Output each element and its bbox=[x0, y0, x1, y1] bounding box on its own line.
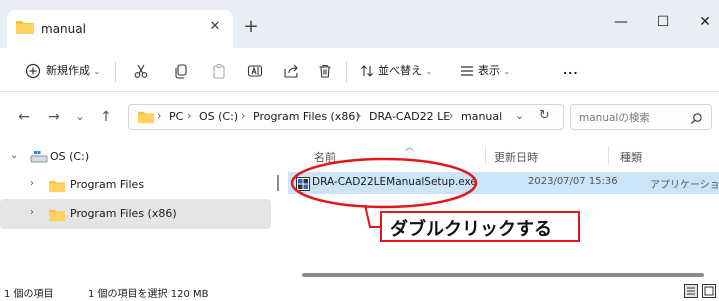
title-bar: manual ✕ + — ☐ ✕ bbox=[0, 0, 719, 48]
copy-icon[interactable] bbox=[170, 60, 192, 82]
tree-item-os-c[interactable]: ⌄ OS (C:) bbox=[0, 142, 271, 172]
new-button[interactable]: 新規作成 ⌄ bbox=[46, 60, 100, 82]
address-bar[interactable]: › PC › OS (C:) › Program Files (x86) › D… bbox=[128, 104, 564, 130]
tab-title: manual bbox=[41, 22, 86, 36]
column-header-type[interactable]: 種類 bbox=[620, 149, 642, 165]
close-tab-icon[interactable]: ✕ bbox=[204, 16, 226, 38]
folder-icon bbox=[48, 178, 66, 197]
folder-icon bbox=[15, 19, 35, 39]
breadcrumb-separator: › bbox=[449, 109, 454, 122]
refresh-icon[interactable]: ↻ bbox=[539, 108, 550, 123]
forward-icon[interactable]: → bbox=[44, 106, 64, 128]
breadcrumb-program-files-x86[interactable]: Program Files (x86) bbox=[253, 110, 360, 123]
sort-button-label: 並べ替え bbox=[378, 64, 422, 77]
file-list: ︿ 名前 更新日時 種類 DRA-CAD22LEManualSetup.exe … bbox=[288, 140, 719, 280]
tree-item-program-files[interactable]: › Program Files bbox=[0, 170, 271, 200]
chevron-down-icon[interactable]: ⌄ bbox=[10, 150, 18, 161]
file-modified-date: 2023/07/07 15:36 bbox=[528, 176, 618, 187]
tab-manual[interactable]: manual ✕ bbox=[7, 10, 233, 48]
share-icon[interactable] bbox=[280, 60, 302, 82]
breadcrumb-separator: › bbox=[357, 109, 362, 122]
pane-splitter[interactable] bbox=[277, 175, 279, 191]
sort-ascending-icon: ︿ bbox=[405, 143, 415, 153]
chevron-down-icon: ⌄ bbox=[425, 67, 433, 76]
tree-label: Program Files (x86) bbox=[70, 207, 177, 220]
breadcrumb-dra-cad22-le[interactable]: DRA-CAD22 LE bbox=[369, 110, 450, 123]
column-header-name[interactable]: 名前 bbox=[314, 149, 336, 165]
status-bar: 1 個の項目 1 個の項目を選択 120 MB bbox=[0, 280, 719, 301]
rename-icon[interactable] bbox=[244, 60, 266, 82]
tiles-view-icon[interactable] bbox=[702, 283, 716, 298]
details-view-icon[interactable] bbox=[684, 283, 698, 298]
up-icon[interactable]: ↑ bbox=[96, 106, 116, 128]
horizontal-scrollbar[interactable] bbox=[302, 273, 704, 277]
file-name: DRA-CAD22LEManualSetup.exe bbox=[312, 176, 477, 188]
close-window-button[interactable]: ✕ bbox=[690, 10, 719, 34]
folder-icon bbox=[48, 207, 66, 226]
column-divider[interactable] bbox=[608, 146, 609, 164]
chevron-right-icon[interactable]: › bbox=[30, 178, 34, 189]
file-row[interactable]: DRA-CAD22LEManualSetup.exe 2023/07/07 15… bbox=[288, 172, 719, 194]
search-icon bbox=[690, 110, 703, 129]
navigation-row: ← → ⌄ ↑ › PC › OS (C:) › Program Files (… bbox=[0, 92, 719, 140]
tree-item-program-files-x86[interactable]: › Program Files (x86) bbox=[0, 199, 271, 229]
breadcrumb-separator: › bbox=[187, 109, 192, 122]
sort-button[interactable]: 並べ替え ⌄ bbox=[378, 60, 432, 82]
breadcrumb-separator: › bbox=[241, 109, 246, 122]
breadcrumb-separator: › bbox=[157, 109, 162, 122]
callout-box: ダブルクリックする bbox=[380, 211, 580, 242]
paste-icon[interactable] bbox=[208, 60, 230, 82]
delete-icon[interactable] bbox=[314, 60, 336, 82]
drive-icon bbox=[30, 149, 48, 168]
breadcrumb-os-c[interactable]: OS (C:) bbox=[199, 110, 238, 123]
view-icon bbox=[456, 60, 478, 82]
recent-locations-icon[interactable]: ⌄ bbox=[70, 106, 90, 128]
search-placeholder: manualの検索 bbox=[579, 112, 650, 124]
status-item-count: 1 個の項目 bbox=[4, 289, 54, 300]
new-plus-icon bbox=[22, 60, 44, 82]
minimize-button[interactable]: — bbox=[606, 10, 636, 34]
chevron-down-icon: ⌄ bbox=[93, 67, 101, 76]
column-header-date[interactable]: 更新日時 bbox=[494, 149, 538, 165]
tree-label: OS (C:) bbox=[50, 150, 90, 163]
search-box[interactable]: manualの検索 bbox=[570, 104, 712, 130]
file-type: アプリケーション bbox=[650, 180, 719, 191]
navigation-pane: ⌄ OS (C:) › Program Files › Program File… bbox=[0, 140, 283, 262]
column-divider[interactable] bbox=[485, 146, 486, 164]
callout-text: ダブルクリックする bbox=[390, 219, 552, 240]
folder-icon bbox=[137, 109, 155, 128]
back-icon[interactable]: ← bbox=[14, 106, 34, 128]
breadcrumb-pc[interactable]: PC bbox=[169, 110, 183, 123]
new-button-label: 新規作成 bbox=[46, 64, 90, 77]
tree-label: Program Files bbox=[70, 178, 145, 191]
view-button-label: 表示 bbox=[478, 64, 500, 77]
status-selection: 1 個の項目を選択 120 MB bbox=[88, 289, 209, 300]
separator bbox=[115, 62, 116, 82]
maximize-button[interactable]: ☐ bbox=[648, 10, 678, 34]
new-tab-button[interactable]: + bbox=[240, 16, 262, 38]
chevron-down-icon: ⌄ bbox=[503, 67, 511, 76]
separator bbox=[346, 62, 347, 82]
command-bar: 新規作成 ⌄ 並べ替え ⌄ 表示 ⌄ ... bbox=[0, 48, 719, 92]
cut-icon[interactable] bbox=[130, 60, 152, 82]
chevron-down-icon[interactable]: ⌄ bbox=[515, 109, 524, 122]
installer-exe-icon bbox=[296, 176, 310, 195]
view-button[interactable]: 表示 ⌄ bbox=[478, 60, 510, 82]
more-options-button[interactable]: ... bbox=[563, 60, 579, 82]
sort-icon bbox=[356, 60, 378, 82]
breadcrumb-manual[interactable]: manual bbox=[461, 110, 502, 123]
chevron-right-icon[interactable]: › bbox=[30, 207, 34, 218]
